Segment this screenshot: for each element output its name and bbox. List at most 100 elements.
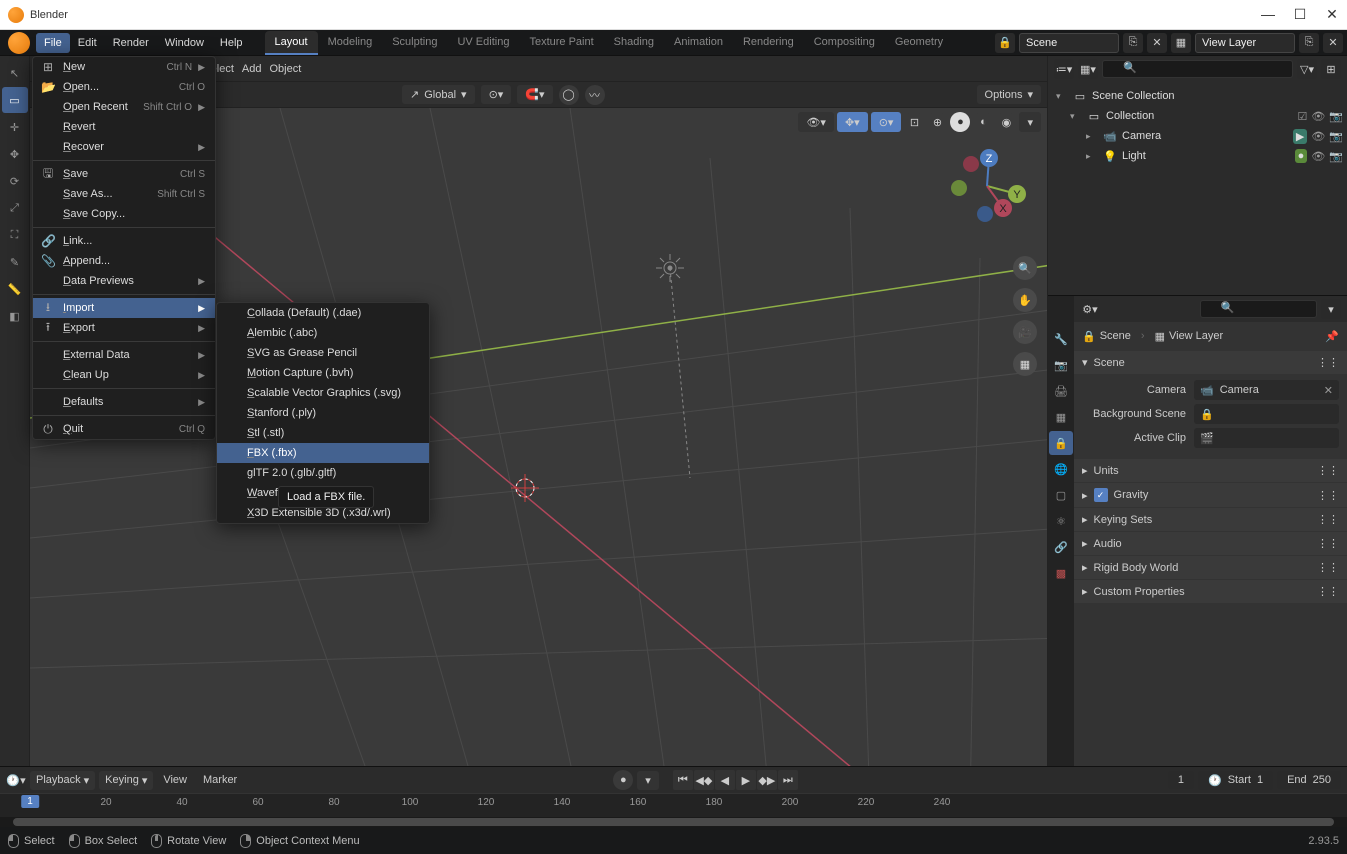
workspace-tab-geometry[interactable]: Geometry	[885, 31, 953, 55]
outliner-new-collection-icon[interactable]: ⊞	[1321, 59, 1341, 79]
prop-search[interactable]: 🔍	[1200, 300, 1318, 318]
import-menu-collada-default-dae-[interactable]: Collada (Default) (.dae)	[217, 303, 429, 323]
timeline-type-icon[interactable]: 🕐▾	[6, 770, 26, 790]
tree-camera[interactable]: ▸📹 Camera ▶ 👁📷	[1052, 126, 1347, 146]
prop-tab-constraints[interactable]: 🔗	[1049, 535, 1073, 559]
tool-scale[interactable]: ⤢	[2, 195, 28, 221]
prop-tab-object[interactable]: ▢	[1049, 483, 1073, 507]
file-menu-link-[interactable]: 🔗Link...	[33, 231, 215, 251]
activeclip-field[interactable]: 🎬	[1194, 428, 1339, 448]
snap-toggle[interactable]: 🧲▾	[517, 85, 552, 104]
shading-rendered[interactable]: ◉	[996, 112, 1016, 132]
file-menu-save-as-[interactable]: Save As...Shift Ctrl S	[33, 184, 215, 204]
panel-custom-properties[interactable]: ▸Custom Properties⋮⋮	[1074, 580, 1347, 603]
import-menu-scalable-vector-graphics-svg-[interactable]: Scalable Vector Graphics (.svg)	[217, 383, 429, 403]
navigation-gizmo[interactable]: Y X Z	[947, 146, 1027, 226]
file-menu-save[interactable]: 🖫SaveCtrl S	[33, 164, 215, 184]
panel-keying-sets[interactable]: ▸Keying Sets⋮⋮	[1074, 508, 1347, 531]
minimize-button[interactable]: —	[1261, 6, 1275, 23]
tree-light[interactable]: ▸💡 Light ● 👁📷	[1052, 146, 1347, 166]
viewport-menu-object[interactable]: Object	[269, 63, 301, 75]
prop-tab-data[interactable]: ▩	[1049, 561, 1073, 585]
prop-tab-render[interactable]: 📷	[1049, 353, 1073, 377]
prop-tab-viewlayer[interactable]: ▦	[1049, 405, 1073, 429]
shading-solid[interactable]: ●	[950, 112, 970, 132]
jump-end-button[interactable]: ⏭	[778, 770, 798, 790]
workspace-tab-uv-editing[interactable]: UV Editing	[447, 31, 519, 55]
outliner-display-icon[interactable]: ▦▾	[1078, 59, 1098, 79]
overlay-toggle[interactable]: ⊙▾	[871, 112, 902, 132]
camera-view-icon[interactable]: 🎥	[1013, 320, 1037, 344]
pin-icon[interactable]: 📌	[1325, 330, 1339, 343]
camera-field[interactable]: 📹 Camera✕	[1194, 380, 1339, 400]
workspace-tab-compositing[interactable]: Compositing	[804, 31, 885, 55]
file-menu-quit[interactable]: ⏻QuitCtrl Q	[33, 419, 215, 439]
file-menu-save-copy-[interactable]: Save Copy...	[33, 204, 215, 224]
file-menu-clean-up[interactable]: Clean Up▶	[33, 365, 215, 385]
tool-add-cube[interactable]: ◧	[2, 303, 28, 329]
view-menu[interactable]: View	[157, 774, 193, 786]
prop-tab-output[interactable]: 🖨	[1049, 379, 1073, 403]
viewlayer-browse-icon[interactable]: ▦	[1171, 33, 1191, 53]
autokey-mode[interactable]: ▾	[637, 771, 659, 790]
gizmo-toggle[interactable]: ✥▾	[837, 112, 868, 132]
prop-tab-scene[interactable]: 🔒	[1049, 431, 1073, 455]
menu-render[interactable]: Render	[105, 33, 157, 53]
tree-collection[interactable]: ▾▭ Collection ☑👁📷	[1052, 106, 1347, 126]
current-frame-field[interactable]: 1	[1168, 771, 1194, 789]
scene-name-field[interactable]	[1019, 33, 1119, 53]
scene-new-icon[interactable]: ⎘	[1123, 33, 1143, 53]
play-reverse-button[interactable]: ◀	[715, 770, 735, 790]
menu-edit[interactable]: Edit	[70, 33, 105, 53]
file-menu-new[interactable]: ⊞NewCtrl N▶	[33, 57, 215, 77]
jump-start-button[interactable]: ⏮	[673, 770, 693, 790]
pivot-selector[interactable]: ⊙▾	[481, 85, 512, 104]
file-menu-export[interactable]: ⭱Export▶	[33, 318, 215, 338]
file-menu-external-data[interactable]: External Data▶	[33, 345, 215, 365]
panel-gravity[interactable]: ▸✓Gravity⋮⋮	[1074, 483, 1347, 507]
bgscene-field[interactable]: 🔒	[1194, 404, 1339, 424]
import-menu-fbx-fbx-[interactable]: FBX (.fbx)	[217, 443, 429, 463]
prop-type-icon[interactable]: ⚙▾	[1080, 299, 1100, 319]
viewlayer-name-field[interactable]	[1195, 33, 1295, 53]
prop-tab-tool[interactable]: 🔧	[1049, 327, 1073, 351]
workspace-tab-shading[interactable]: Shading	[604, 31, 664, 55]
file-menu-append-[interactable]: 📎Append...	[33, 251, 215, 271]
outliner-search[interactable]: 🔍	[1102, 60, 1293, 78]
play-button[interactable]: ▶	[736, 770, 756, 790]
shading-wireframe[interactable]: ⊕	[927, 112, 947, 132]
menu-file[interactable]: File	[36, 33, 70, 53]
workspace-tab-layout[interactable]: Layout	[265, 31, 318, 55]
viewport-options[interactable]: Options ▾	[977, 85, 1041, 104]
file-menu-revert[interactable]: Revert	[33, 117, 215, 137]
import-menu-stanford-ply-[interactable]: Stanford (.ply)	[217, 403, 429, 423]
import-menu-motion-capture-bvh-[interactable]: Motion Capture (.bvh)	[217, 363, 429, 383]
file-menu-open-recent[interactable]: Open RecentShift Ctrl O▶	[33, 97, 215, 117]
panel-scene-header[interactable]: ▾ Scene⋮⋮	[1074, 351, 1347, 374]
viewport-menu-add[interactable]: Add	[242, 63, 262, 75]
outliner-type-icon[interactable]: ≔▾	[1054, 59, 1074, 79]
next-keyframe-button[interactable]: ◆▶	[757, 770, 777, 790]
blender-menu-icon[interactable]	[8, 32, 30, 54]
playback-menu[interactable]: Playback ▾	[30, 771, 95, 790]
file-menu-defaults[interactable]: Defaults▶	[33, 392, 215, 412]
proportional-falloff[interactable]: 〰	[585, 85, 605, 105]
workspace-tab-modeling[interactable]: Modeling	[318, 31, 383, 55]
marker-menu[interactable]: Marker	[197, 774, 243, 786]
import-menu-alembic-abc-[interactable]: Alembic (.abc)	[217, 323, 429, 343]
tool-rotate[interactable]: ⟳	[2, 168, 28, 194]
tool-move[interactable]: ✥	[2, 141, 28, 167]
prop-tab-physics[interactable]: ⚛	[1049, 509, 1073, 533]
tool-transform[interactable]: ⛶	[2, 222, 28, 248]
workspace-tab-sculpting[interactable]: Sculpting	[382, 31, 447, 55]
menu-help[interactable]: Help	[212, 33, 251, 53]
keying-menu[interactable]: Keying ▾	[99, 771, 153, 790]
start-frame-field[interactable]: 🕐 Start 1	[1198, 771, 1273, 790]
tool-tweak[interactable]: ↖	[2, 60, 28, 86]
pan-icon[interactable]: ✋	[1013, 288, 1037, 312]
panel-audio[interactable]: ▸Audio⋮⋮	[1074, 532, 1347, 555]
zoom-icon[interactable]: 🔍	[1013, 256, 1037, 280]
prop-tab-world[interactable]: 🌐	[1049, 457, 1073, 481]
proportional-edit-toggle[interactable]: ◯	[559, 85, 579, 105]
workspace-tab-texture-paint[interactable]: Texture Paint	[519, 31, 603, 55]
